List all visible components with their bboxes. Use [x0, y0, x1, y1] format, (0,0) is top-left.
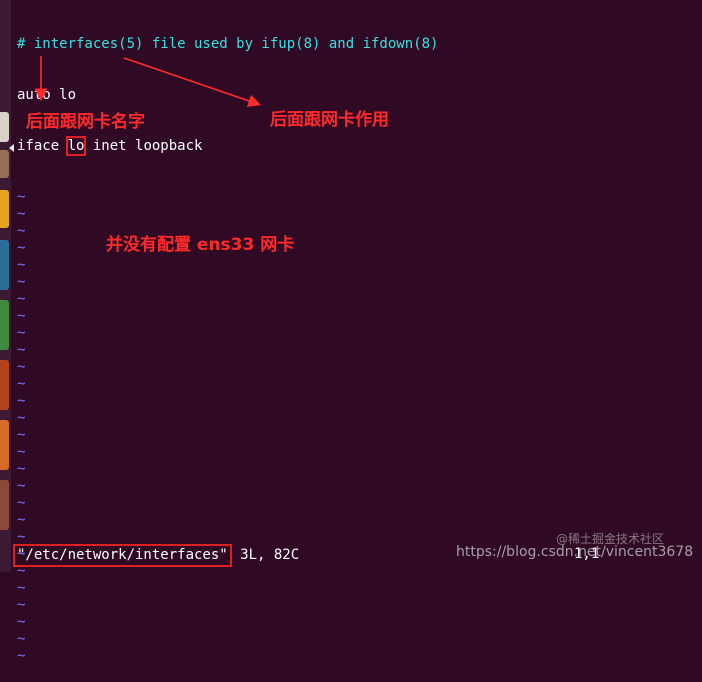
empty-line-tilde: ~ — [17, 631, 26, 647]
annotation-card-role: 后面跟网卡作用 — [270, 110, 389, 130]
annotation-arrows — [34, 56, 262, 107]
arrow-diagonal-icon — [123, 57, 262, 107]
empty-line-tilde: ~ — [17, 597, 26, 613]
empty-line-tilde: ~ — [17, 648, 26, 664]
annotation-no-ens33: 并没有配置 ens33 网卡 — [106, 235, 295, 255]
annotation-card-name: 后面跟网卡名字 — [26, 112, 145, 132]
watermark-url: https://blog.csdn.net/vincent3678 — [456, 544, 694, 560]
empty-line-tilde: ~ — [17, 614, 26, 630]
empty-line-tilde: ~ — [17, 580, 26, 596]
